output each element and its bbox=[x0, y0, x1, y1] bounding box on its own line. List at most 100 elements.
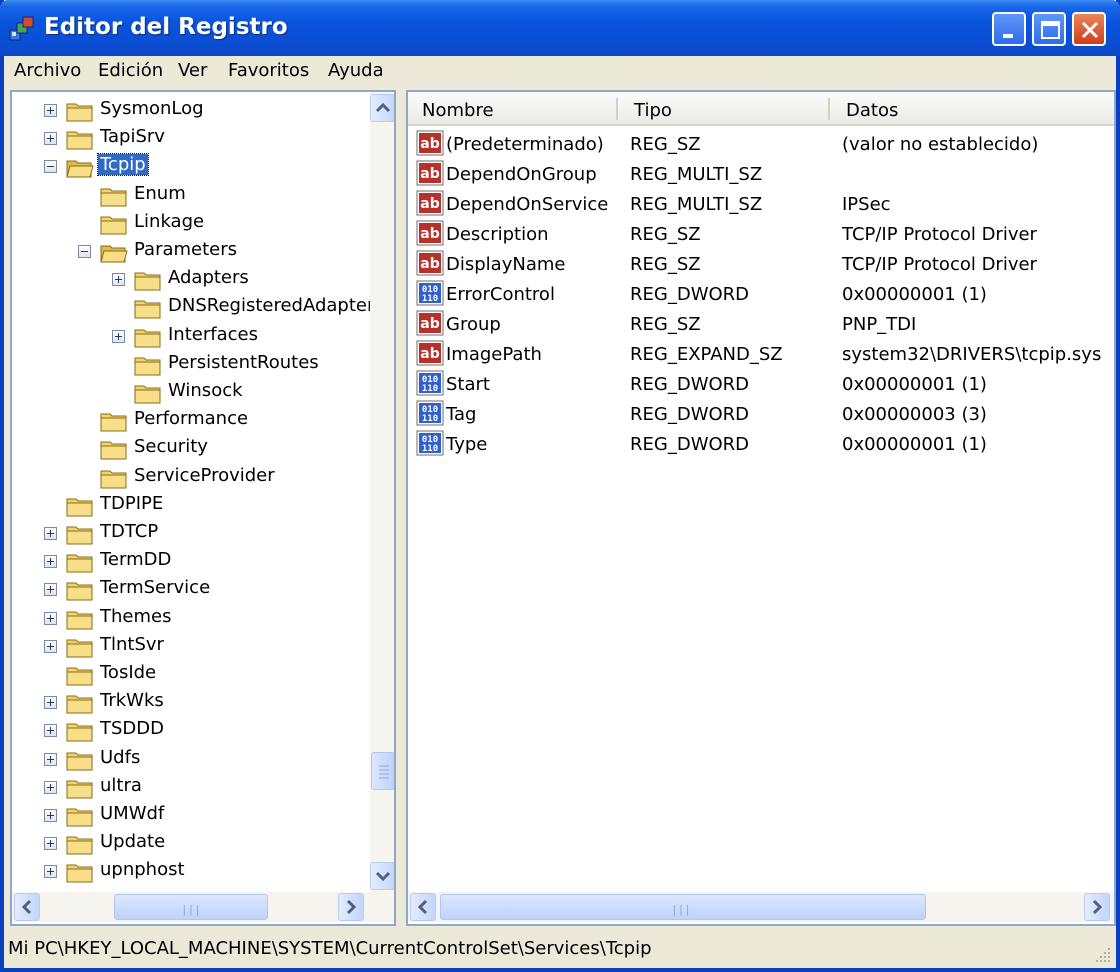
collapse-minus-icon[interactable] bbox=[78, 245, 91, 258]
tree-node[interactable]: UMWdf bbox=[12, 801, 368, 829]
tree-node[interactable]: TosIde bbox=[12, 660, 368, 688]
tree-hscroll-thumb[interactable]: ||| bbox=[114, 894, 268, 920]
tree-node-label: TosIde bbox=[100, 662, 157, 683]
value-row[interactable]: ab ImagePath REG_EXPAND_SZ system32\DRIVERS… bbox=[408, 340, 1114, 370]
value-row[interactable]: 010 110 Tag REG_DWORD 0x00000003 (3) bbox=[408, 400, 1114, 430]
tree-scroll-thumb[interactable] bbox=[371, 752, 394, 790]
tree-node[interactable]: ServiceProvider bbox=[12, 463, 368, 491]
collapse-minus-icon[interactable] bbox=[44, 160, 57, 174]
value-row[interactable]: ab DependOnService REG_MULTI_SZ IPSec bbox=[408, 190, 1114, 220]
tree-node[interactable]: Adapters bbox=[12, 265, 368, 293]
menu-archivo[interactable]: Archivo bbox=[14, 60, 81, 81]
tree-node[interactable]: Parameters bbox=[12, 237, 368, 265]
tree-node[interactable]: TermService bbox=[12, 575, 368, 603]
minimize-button[interactable] bbox=[992, 12, 1026, 46]
tree-node[interactable]: TDPIPE bbox=[12, 491, 368, 519]
tree-horizontal-scrollbar[interactable]: ||| bbox=[12, 892, 394, 922]
tree-node[interactable]: ultra bbox=[12, 773, 368, 801]
column-header-name[interactable]: Nombre bbox=[422, 100, 494, 121]
expand-plus-icon[interactable] bbox=[44, 724, 57, 738]
value-row[interactable]: ab Group REG_SZ PNP_TDI bbox=[408, 310, 1114, 340]
tree-vertical-scrollbar[interactable] bbox=[370, 92, 394, 892]
expand-plus-icon[interactable] bbox=[44, 104, 57, 117]
scroll-left-button[interactable] bbox=[410, 893, 436, 921]
expand-plus-icon[interactable] bbox=[44, 837, 57, 851]
scroll-right-button[interactable] bbox=[338, 893, 364, 921]
tree-node[interactable]: Interfaces bbox=[12, 322, 368, 350]
expand-plus-icon[interactable] bbox=[44, 639, 57, 653]
svg-text:ab: ab bbox=[420, 226, 439, 242]
expand-plus-icon[interactable] bbox=[44, 555, 57, 569]
menu-favoritos[interactable]: Favoritos bbox=[228, 60, 309, 81]
value-row[interactable]: 010 110 ErrorControl REG_DWORD 0x00000001 (1… bbox=[408, 280, 1114, 310]
tree-node[interactable]: SysmonLog bbox=[12, 96, 368, 124]
column-divider[interactable] bbox=[616, 98, 618, 120]
tree-node[interactable]: TSDDD bbox=[12, 716, 368, 744]
menu-ver[interactable]: Ver bbox=[178, 60, 207, 81]
tree-node[interactable]: upnphost bbox=[12, 857, 368, 885]
svg-text:110: 110 bbox=[422, 414, 438, 424]
expand-plus-icon[interactable] bbox=[44, 865, 57, 879]
column-header-type[interactable]: Tipo bbox=[634, 100, 672, 121]
expand-plus-icon[interactable] bbox=[44, 132, 57, 146]
tree-node[interactable]: Security bbox=[12, 434, 368, 462]
folder-icon bbox=[66, 636, 94, 658]
menu-ayuda[interactable]: Ayuda bbox=[328, 60, 384, 81]
tree-node-label: UMWdf bbox=[100, 803, 165, 824]
expand-plus-icon[interactable] bbox=[44, 527, 57, 540]
value-data: (valor no establecido) bbox=[842, 134, 1039, 155]
tree-node[interactable]: Themes bbox=[12, 604, 368, 632]
tree-node[interactable]: TapiSrv bbox=[12, 124, 368, 152]
tree-node[interactable]: TDTCP bbox=[12, 519, 368, 547]
value-name: (Predeterminado) bbox=[446, 134, 604, 155]
tree-node[interactable]: Udfs bbox=[12, 745, 368, 773]
expand-plus-icon[interactable] bbox=[44, 752, 57, 766]
tree-node-label: Parameters bbox=[134, 239, 238, 260]
folder-icon bbox=[100, 467, 128, 489]
tree-node[interactable]: Linkage bbox=[12, 209, 368, 237]
tree-node[interactable]: DNSRegisteredAdapters bbox=[12, 293, 384, 321]
scroll-down-button[interactable] bbox=[370, 862, 394, 890]
value-data: TCP/IP Protocol Driver bbox=[842, 254, 1037, 275]
tree-node[interactable]: TlntSvr bbox=[12, 632, 368, 660]
tree-node[interactable]: TrkWks bbox=[12, 688, 368, 716]
tree-node[interactable]: Winsock bbox=[12, 378, 368, 406]
expand-plus-icon[interactable] bbox=[44, 611, 57, 625]
close-button[interactable] bbox=[1072, 12, 1106, 46]
title-bar[interactable]: Editor del Registro bbox=[0, 0, 1120, 56]
expand-plus-icon[interactable] bbox=[44, 809, 57, 822]
expand-plus-icon[interactable] bbox=[112, 273, 125, 287]
column-divider[interactable] bbox=[828, 98, 830, 120]
value-name: DisplayName bbox=[446, 254, 566, 275]
values-list-pane[interactable]: Nombre Tipo Datos ab (Predeterminado) REG_… bbox=[406, 90, 1116, 926]
resize-grip-icon[interactable] bbox=[1094, 946, 1112, 964]
value-row[interactable]: ab (Predeterminado) REG_SZ (valor no establ… bbox=[408, 130, 1114, 160]
menu-edicion[interactable]: Edición bbox=[98, 60, 163, 81]
expand-plus-icon[interactable] bbox=[44, 780, 57, 794]
tree-node[interactable]: Performance bbox=[12, 406, 368, 434]
expand-plus-icon[interactable] bbox=[44, 583, 57, 597]
list-hscroll-thumb[interactable]: ||| bbox=[440, 894, 926, 920]
value-row[interactable]: ab DisplayName REG_SZ TCP/IP Protocol Drive… bbox=[408, 250, 1114, 280]
expand-plus-icon[interactable] bbox=[112, 329, 125, 343]
chevron-left-icon bbox=[417, 899, 428, 915]
key-tree-pane[interactable]: SysmonLog TapiSrv Tcpip Enum Linkage Paramete… bbox=[10, 90, 396, 926]
expand-plus-icon[interactable] bbox=[44, 696, 57, 710]
scroll-left-button[interactable] bbox=[14, 893, 40, 921]
current-key-path: Mi PC\HKEY_LOCAL_MACHINE\SYSTEM\CurrentC… bbox=[8, 938, 652, 959]
tree-node[interactable]: TermDD bbox=[12, 547, 368, 575]
list-horizontal-scrollbar[interactable]: ||| bbox=[408, 892, 1114, 922]
status-bar: Mi PC\HKEY_LOCAL_MACHINE\SYSTEM\CurrentC… bbox=[4, 930, 1116, 968]
value-row[interactable]: ab DependOnGroup REG_MULTI_SZ bbox=[408, 160, 1114, 190]
maximize-button[interactable] bbox=[1032, 12, 1066, 46]
scroll-right-button[interactable] bbox=[1084, 893, 1110, 921]
value-row[interactable]: 010 110 Start REG_DWORD 0x00000001 (1) bbox=[408, 370, 1114, 400]
value-row[interactable]: ab Description REG_SZ TCP/IP Protocol Drive… bbox=[408, 220, 1114, 250]
scroll-up-button[interactable] bbox=[370, 94, 394, 122]
tree-node[interactable]: Enum bbox=[12, 181, 368, 209]
tree-node[interactable]: Update bbox=[12, 829, 368, 857]
column-header-data[interactable]: Datos bbox=[846, 100, 898, 121]
value-row[interactable]: 010 110 Type REG_DWORD 0x00000001 (1) bbox=[408, 430, 1114, 460]
tree-node[interactable]: PersistentRoutes bbox=[12, 350, 368, 378]
tree-node[interactable]: Tcpip bbox=[12, 152, 368, 180]
